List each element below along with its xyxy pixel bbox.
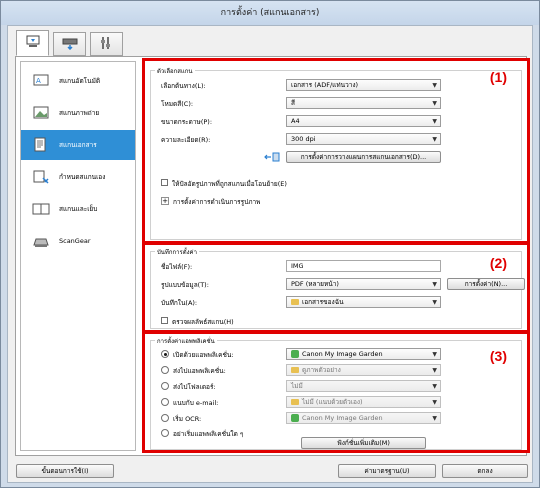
resolution-select[interactable]: 300 dpi ▼ [286, 133, 441, 145]
more-functions-button[interactable]: ฟังก์ชั่นเพิ่มเติม(M) [301, 437, 426, 449]
color-mode-label: โหมดสี(C): [161, 100, 194, 108]
chevron-down-icon: ▼ [432, 399, 437, 406]
document-scan-icon [31, 136, 51, 154]
attach-to-email-radio[interactable] [161, 398, 169, 406]
photo-correction-checkbox[interactable] [161, 179, 168, 186]
application-settings-group: การตั้งค่าแอพพลิเคชั่น เปิดด้วยแอพพลิเคช… [150, 336, 522, 450]
scan-mode-sidebar: A สแกนอัตโนมัติ สแกนภาพถ่าย สแกนเอกสาร ก… [20, 61, 136, 451]
settings-window: การตั้งค่า (สแกนเอกสาร) A สแกนอัตโนมัติ [0, 0, 540, 488]
save-settings-section: (2) บันทึกการตั้งค่า ชื่อไฟล์(F): IMG รู… [142, 242, 530, 333]
save-in-select[interactable]: เอกสารของฉัน ▼ [286, 296, 441, 308]
settings-panel: A สแกนอัตโนมัติ สแกนภาพถ่าย สแกนเอกสาร ก… [15, 56, 530, 456]
tab-scan-from-panel[interactable] [53, 32, 86, 56]
format-settings-button[interactable]: การตั้งค่า(N)... [447, 278, 525, 290]
group-title: การตั้งค่าแอพพลิเคชั่น [155, 336, 217, 346]
send-to-folder-radio[interactable] [161, 382, 169, 390]
folder-icon [291, 399, 299, 405]
tab-scan-from-computer[interactable] [16, 30, 49, 56]
sidebar-item-scan-and-stitch[interactable]: สแกนและเย็บ [21, 194, 135, 224]
open-with-application-select[interactable]: Canon My Image Garden ▼ [286, 348, 441, 360]
sidebar-item-label: สแกนภาพถ่าย [59, 109, 100, 117]
color-mode-select[interactable]: สี ▼ [286, 97, 441, 109]
data-format-label: รูปแบบข้อมูล(T): [161, 281, 209, 289]
chevron-down-icon: ▼ [432, 383, 437, 390]
option-label: เริ่ม OCR: [173, 415, 202, 423]
start-ocr-select[interactable]: Canon My Image Garden ▼ [286, 412, 441, 424]
scan-from-panel-icon [62, 36, 78, 52]
resolution-label: ความละเอียด(R): [161, 136, 211, 144]
image-garden-icon [291, 350, 299, 358]
sidebar-item-label: กำหนดสแกนเอง [59, 173, 106, 181]
group-title: ตัวเลือกสแกน [155, 66, 195, 76]
chevron-down-icon: ▼ [432, 299, 437, 306]
expand-image-processing-toggle[interactable]: + [161, 197, 169, 205]
photo-correction-label: ให้ปัลอัตรูปภาพที่ถูกสแกนเมื่อโอนย้าย(E) [172, 180, 287, 188]
send-to-application-radio[interactable] [161, 366, 169, 374]
sidebar-item-label: สแกนอัตโนมัติ [59, 77, 101, 85]
attach-to-email-select[interactable]: ไม่มี (แนบด้วยตัวเอง) ▼ [286, 396, 441, 408]
photo-scan-icon [31, 104, 51, 122]
group-title: บันทึกการตั้งค่า [155, 247, 199, 257]
option-label: เปิดด้วยแอพพลิเคชั่น: [173, 351, 234, 359]
option-label: ส่งไปแอพพลิเคชั่น: [173, 367, 226, 375]
general-settings-icon [99, 36, 115, 52]
do-not-start-application-radio[interactable] [161, 429, 169, 437]
tab-general-settings[interactable] [90, 32, 123, 56]
save-in-label: บันทึกใน(A): [161, 299, 198, 307]
svg-text:A: A [36, 77, 41, 85]
window-title: การตั้งค่า (สแกนเอกสาร) [1, 1, 539, 25]
filename-input[interactable]: IMG [286, 260, 441, 272]
chevron-down-icon: ▼ [432, 281, 437, 288]
instructions-button[interactable]: ขั้นตอนการใช้(I) [16, 464, 114, 478]
chevron-down-icon: ▼ [432, 136, 437, 143]
scangear-icon [31, 232, 51, 250]
save-settings-group: บันทึกการตั้งค่า ชื่อไฟล์(F): IMG รูปแบบ… [150, 247, 525, 329]
paper-size-select[interactable]: A4 ▼ [286, 115, 441, 127]
chevron-down-icon: ▼ [432, 367, 437, 374]
data-format-select[interactable]: PDF (หลายหน้า) ▼ [286, 278, 441, 290]
option-label: แนบกับ e-mail: [173, 399, 219, 407]
scan-options-group: ตัวเลือกสแกน เลือกต้นทาง(L): เอกสาร (ADF… [150, 66, 522, 240]
source-label: เลือกต้นทาง(L): [161, 82, 206, 90]
paper-size-label: ขนาดกระดาษ(P): [161, 118, 213, 126]
image-garden-icon [291, 414, 299, 422]
scan-options-section: (1) ตัวเลือกสแกน เลือกต้นทาง(L): เอกสาร … [142, 58, 530, 244]
custom-scan-icon [31, 168, 51, 186]
sidebar-item-label: สแกนและเย็บ [59, 205, 98, 213]
folder-icon [291, 367, 299, 373]
scan-from-computer-icon [25, 35, 41, 51]
dialog-client-area: A สแกนอัตโนมัติ สแกนภาพถ่าย สแกนเอกสาร ก… [7, 25, 533, 483]
sidebar-item-auto-scan[interactable]: A สแกนอัตโนมัติ [21, 66, 135, 96]
sidebar-item-label: ScanGear [59, 237, 91, 245]
chevron-down-icon: ▼ [432, 351, 437, 358]
auto-scan-icon: A [31, 72, 51, 90]
check-results-label: ตรวจผลลัพธ์สแกน(H) [172, 318, 234, 326]
filename-label: ชื่อไฟล์(F): [161, 263, 193, 271]
defaults-button[interactable]: ค่ามาตรฐาน(U) [338, 464, 436, 478]
source-select[interactable]: เอกสาร (ADF/แท่นวาง) ▼ [286, 79, 441, 91]
chevron-down-icon: ▼ [432, 118, 437, 125]
sidebar-item-photo-scan[interactable]: สแกนภาพถ่าย [21, 98, 135, 128]
send-to-folder-select[interactable]: ไม่มี ▼ [286, 380, 441, 392]
start-ocr-radio[interactable] [161, 414, 169, 422]
open-with-application-radio[interactable] [161, 350, 169, 358]
check-results-checkbox[interactable] [161, 317, 168, 324]
sidebar-item-scangear[interactable]: ScanGear [21, 226, 135, 256]
sidebar-item-custom-scan[interactable]: กำหนดสแกนเอง [21, 162, 135, 192]
sidebar-item-document-scan[interactable]: สแกนเอกสาร [21, 130, 135, 160]
scan-and-stitch-icon [31, 200, 51, 218]
ok-button[interactable]: ตกลง [442, 464, 528, 478]
sidebar-item-label: สแกนเอกสาร [59, 141, 97, 149]
send-to-application-select[interactable]: ดูภาพตัวอย่าง ▼ [286, 364, 441, 376]
document-scan-settings-button[interactable]: การตั้งค่าการวางแผนการสแกนเอกสาร(D)... [286, 151, 441, 163]
option-label: ส่งไปโฟลเดอร์: [173, 383, 216, 391]
chevron-down-icon: ▼ [432, 100, 437, 107]
option-label: อย่าเริ่มแอพพลิเคชั่นใด ๆ [173, 430, 244, 438]
application-settings-section: (3) การตั้งค่าแอพพลิเคชั่น เปิดด้วยแอพพล… [142, 331, 530, 453]
chevron-down-icon: ▼ [432, 415, 437, 422]
duplex-icon [263, 151, 281, 165]
image-processing-label: การตั้งค่าการดำเนินการรูปภาพ [173, 198, 261, 206]
folder-icon [291, 299, 299, 305]
chevron-down-icon: ▼ [432, 82, 437, 89]
